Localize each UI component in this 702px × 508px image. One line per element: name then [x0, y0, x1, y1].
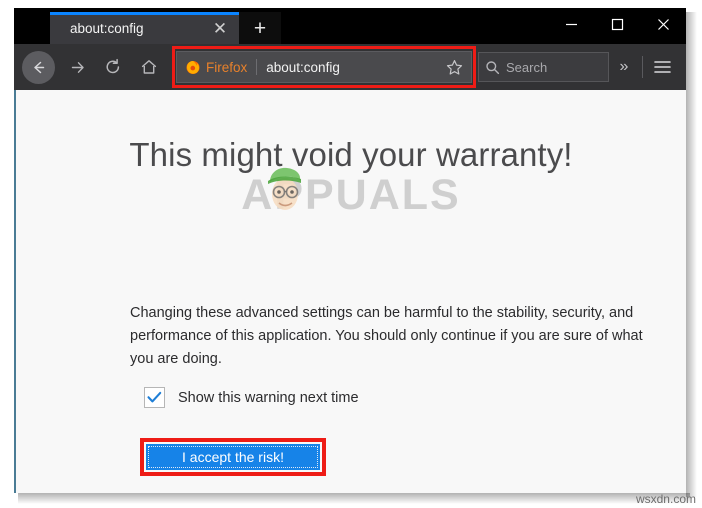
accept-risk-button[interactable]: I accept the risk!	[146, 444, 320, 470]
search-input[interactable]: Search	[478, 52, 609, 82]
page-content: This might void your warranty! APPUALS C…	[14, 90, 686, 493]
tab-strip: about:config ✕ +	[14, 8, 281, 44]
forward-arrow-icon[interactable]	[60, 50, 94, 84]
browser-tab-about-config[interactable]: about:config ✕	[50, 12, 239, 44]
toolbar-separator	[642, 56, 643, 78]
site-watermark: wsxdn.com	[635, 492, 696, 506]
minimize-button[interactable]	[548, 8, 594, 41]
checkmark-icon	[147, 391, 162, 403]
maximize-button[interactable]	[594, 8, 640, 41]
firefox-brand-label: Firefox	[206, 59, 248, 75]
show-warning-checkbox-row[interactable]: Show this warning next time	[144, 387, 359, 408]
title-bar: about:config ✕ +	[14, 8, 686, 44]
firefox-logo-icon	[186, 61, 200, 74]
tab-title: about:config	[70, 20, 144, 36]
url-bar[interactable]: Firefox about:config	[176, 51, 472, 83]
active-tab-indicator	[50, 12, 239, 15]
browser-window: about:config ✕ + Firefox about:config Se…	[14, 8, 686, 493]
url-input[interactable]: about:config	[266, 60, 441, 75]
window-shadow-bottom	[18, 493, 690, 504]
show-warning-checkbox-label: Show this warning next time	[178, 389, 359, 406]
window-controls	[548, 8, 686, 41]
appuals-watermark: APPUALS	[16, 167, 686, 219]
home-icon[interactable]	[132, 50, 166, 84]
new-tab-button[interactable]: +	[239, 12, 281, 44]
search-placeholder: Search	[506, 59, 548, 75]
appuals-watermark-text: APPUALS	[241, 171, 461, 219]
accept-risk-container: I accept the risk!	[140, 438, 326, 476]
hamburger-menu-icon[interactable]	[646, 50, 678, 84]
screenshot-root: about:config ✕ + Firefox about:config Se…	[0, 0, 702, 508]
url-bar-container: Firefox about:config	[172, 46, 476, 88]
tab-close-icon[interactable]: ✕	[207, 15, 233, 41]
close-button[interactable]	[640, 8, 686, 41]
search-icon	[486, 60, 500, 74]
back-arrow-icon[interactable]	[22, 50, 55, 84]
show-warning-checkbox[interactable]	[144, 387, 165, 408]
reload-icon[interactable]	[96, 50, 130, 84]
page-title: This might void your warranty!	[129, 136, 573, 173]
navigation-toolbar: Firefox about:config Search »	[14, 44, 686, 90]
firefox-brand-chip: Firefox	[185, 59, 258, 75]
window-shadow-right	[686, 12, 697, 497]
warning-body-text: Changing these advanced settings can be …	[130, 305, 643, 367]
overflow-chevron-icon[interactable]: »	[609, 50, 639, 84]
tab-strip-spacer	[14, 8, 50, 44]
star-icon[interactable]	[441, 54, 467, 80]
